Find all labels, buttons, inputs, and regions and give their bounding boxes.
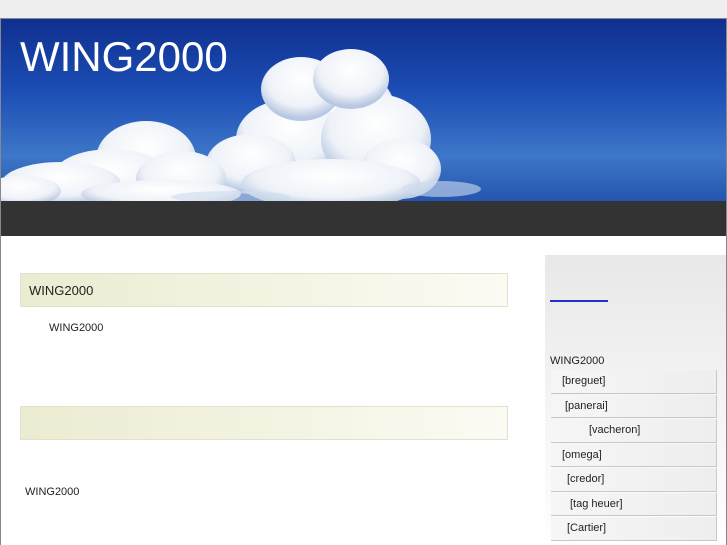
sidebar: WING2000 [breguet] [panerai] [vacheron] … xyxy=(545,255,726,545)
section-body-2: WING2000 xyxy=(25,486,80,498)
section-heading-2 xyxy=(20,406,508,440)
page-frame: WING2000 WING2000 WING2000 WING2000 WING… xyxy=(0,18,727,545)
brand-label[interactable]: [breguet] xyxy=(551,375,605,387)
header-banner: WING2000 xyxy=(1,19,726,201)
brand-item-cartier[interactable]: [Cartier] xyxy=(551,517,717,541)
brand-item-tag-heuer[interactable]: [tag heuer] xyxy=(551,492,717,516)
sidebar-heading: WING2000 xyxy=(550,355,605,367)
brand-item-breguet[interactable]: [breguet] xyxy=(551,370,717,394)
sidebar-link[interactable] xyxy=(550,300,608,302)
site-title[interactable]: WING2000 xyxy=(20,33,228,81)
brand-label[interactable]: [credor] xyxy=(551,473,604,485)
section-body-1: WING2000 xyxy=(49,322,104,334)
brand-label[interactable]: [vacheron] xyxy=(551,424,640,436)
brand-label[interactable]: [tag heuer] xyxy=(551,498,623,510)
brand-item-vacheron[interactable]: [vacheron] xyxy=(551,419,717,443)
brand-item-credor[interactable]: [credor] xyxy=(551,468,717,492)
section-heading-1: WING2000 xyxy=(20,273,508,307)
brand-label[interactable]: [omega] xyxy=(551,449,602,461)
brand-list: [breguet] [panerai] [vacheron] [omega] [… xyxy=(551,370,717,542)
brand-label[interactable]: [panerai] xyxy=(551,400,608,412)
brand-label[interactable]: [Cartier] xyxy=(551,522,606,534)
brand-item-omega[interactable]: [omega] xyxy=(551,443,717,467)
brand-item-panerai[interactable]: [panerai] xyxy=(551,394,717,418)
navigation-bar xyxy=(1,201,726,236)
